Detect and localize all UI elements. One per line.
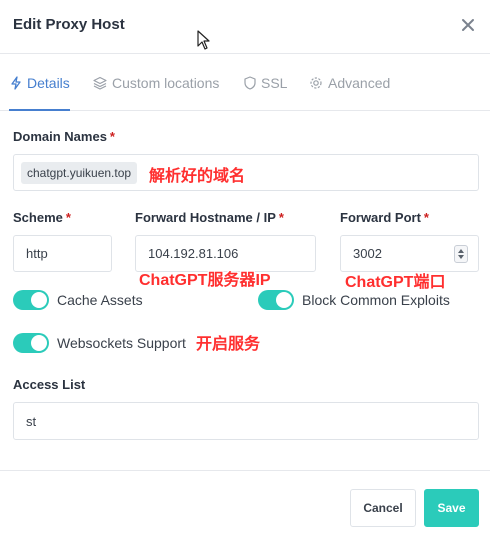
forward-hostname-value: 104.192.81.106 — [148, 246, 239, 261]
required-marker: * — [423, 210, 429, 225]
access-list-label: Access List — [13, 377, 86, 392]
toggle-switch[interactable] — [13, 290, 49, 310]
required-marker: * — [109, 129, 115, 144]
tab-label: Details — [27, 75, 70, 91]
domain-tag[interactable]: chatgpt.yuikuen.top — [21, 161, 138, 184]
cancel-button[interactable]: Cancel — [350, 489, 416, 527]
tab-ssl[interactable]: SSL — [244, 74, 287, 92]
forward-port-label: Forward Port * — [340, 210, 429, 225]
block-exploits-toggle[interactable]: Block Common Exploits — [258, 290, 450, 310]
gear-icon — [310, 77, 322, 89]
scheme-field[interactable]: http — [13, 235, 112, 272]
tab-custom-locations[interactable]: Custom locations — [93, 74, 219, 92]
shield-icon — [244, 76, 256, 90]
required-marker: * — [278, 210, 284, 225]
layers-icon — [93, 76, 107, 90]
access-list-select[interactable]: st — [13, 402, 479, 440]
scheme-label: Scheme * — [13, 210, 71, 225]
annotation-websockets: 开启服务 — [196, 336, 261, 353]
bolt-icon — [11, 76, 21, 90]
annotation-hostname: ChatGPT服务器IP — [139, 272, 271, 289]
toggle-switch[interactable] — [13, 333, 49, 353]
access-list-value: st — [26, 413, 37, 429]
scheme-value: http — [26, 246, 48, 261]
cache-assets-toggle[interactable]: Cache Assets — [13, 290, 143, 310]
modal-header: Edit Proxy Host — [0, 0, 490, 54]
tab-advanced[interactable]: Advanced — [309, 74, 390, 92]
active-tab-indicator — [9, 109, 70, 111]
annotation-port: ChatGPT端口 — [345, 274, 446, 291]
domain-names-label: Domain Names * — [13, 129, 115, 144]
toggle-label: Websockets Support — [57, 335, 186, 351]
annotation-domain: 解析好的域名 — [149, 168, 246, 185]
close-icon[interactable] — [459, 15, 477, 35]
tab-label: Custom locations — [112, 75, 220, 91]
forward-port-value: 3002 — [353, 246, 382, 261]
footer-divider — [0, 470, 490, 471]
stepper-up-icon[interactable] — [458, 249, 464, 253]
save-button[interactable]: Save — [424, 489, 479, 527]
tab-bar: Details Custom locations SSL Advanced — [0, 54, 490, 111]
toggle-label: Cache Assets — [57, 292, 143, 308]
mouse-cursor-icon — [197, 30, 213, 52]
forward-port-field[interactable]: 3002 — [340, 235, 479, 272]
tab-label: SSL — [261, 75, 288, 91]
tab-label: Advanced — [328, 75, 391, 91]
toggle-label: Block Common Exploits — [302, 292, 450, 308]
websockets-toggle[interactable]: Websockets Support — [13, 333, 186, 353]
tab-details[interactable]: Details — [10, 74, 70, 92]
required-marker: * — [65, 210, 71, 225]
modal-title: Edit Proxy Host — [13, 16, 125, 33]
port-stepper[interactable] — [454, 245, 468, 263]
toggle-switch[interactable] — [258, 290, 294, 310]
domain-names-input[interactable]: chatgpt.yuikuen.top — [13, 154, 479, 191]
forward-hostname-label: Forward Hostname / IP * — [135, 210, 284, 225]
stepper-down-icon[interactable] — [458, 255, 464, 259]
